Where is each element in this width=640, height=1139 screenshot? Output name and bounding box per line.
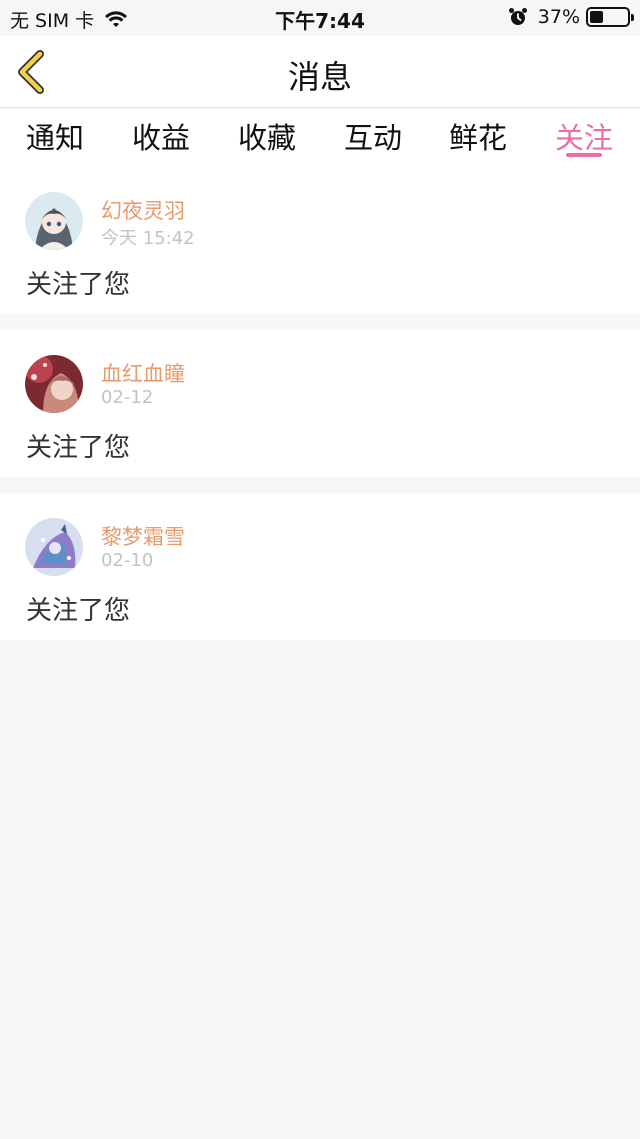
avatar[interactable]	[25, 518, 83, 576]
avatar[interactable]	[25, 355, 83, 413]
status-right: 37%	[508, 6, 634, 28]
status-bar: 无 SIM 卡 下午7:44 37%	[0, 0, 640, 36]
battery-fill	[590, 11, 604, 23]
battery-icon	[586, 7, 634, 27]
list-item[interactable]: 幻夜灵羽 今天 15:42 关注了您	[0, 167, 640, 314]
nav-bar: 消息	[0, 36, 640, 108]
tab-notice[interactable]: 通知	[26, 115, 84, 157]
avatar[interactable]	[25, 192, 83, 250]
battery-percent: 37%	[537, 6, 580, 28]
tab-earnings[interactable]: 收益	[132, 115, 190, 157]
tab-flowers[interactable]: 鲜花	[449, 115, 507, 157]
tab-interaction[interactable]: 互动	[344, 115, 402, 157]
message-text: 关注了您	[26, 270, 131, 300]
page-title: 消息	[287, 58, 352, 96]
message-text: 关注了您	[26, 596, 131, 626]
tab-bar: 通知 收益 收藏 互动 鲜花 关注	[0, 109, 640, 167]
username[interactable]: 黎梦霜雪	[101, 521, 185, 551]
message-text: 关注了您	[26, 433, 131, 463]
timestamp: 02-10	[101, 550, 154, 571]
list-item[interactable]: 黎梦霜雪 02-10 关注了您	[0, 493, 640, 640]
username[interactable]: 幻夜灵羽	[101, 195, 185, 225]
timestamp: 02-12	[101, 387, 154, 408]
tab-follow[interactable]: 关注	[555, 115, 613, 157]
timestamp: 今天 15:42	[101, 228, 195, 249]
list-item[interactable]: 血红血瞳 02-12 关注了您	[0, 330, 640, 477]
alarm-icon	[508, 8, 527, 25]
username[interactable]: 血红血瞳	[101, 358, 185, 388]
tab-favorites[interactable]: 收藏	[238, 115, 296, 157]
active-tab-indicator	[566, 153, 602, 157]
